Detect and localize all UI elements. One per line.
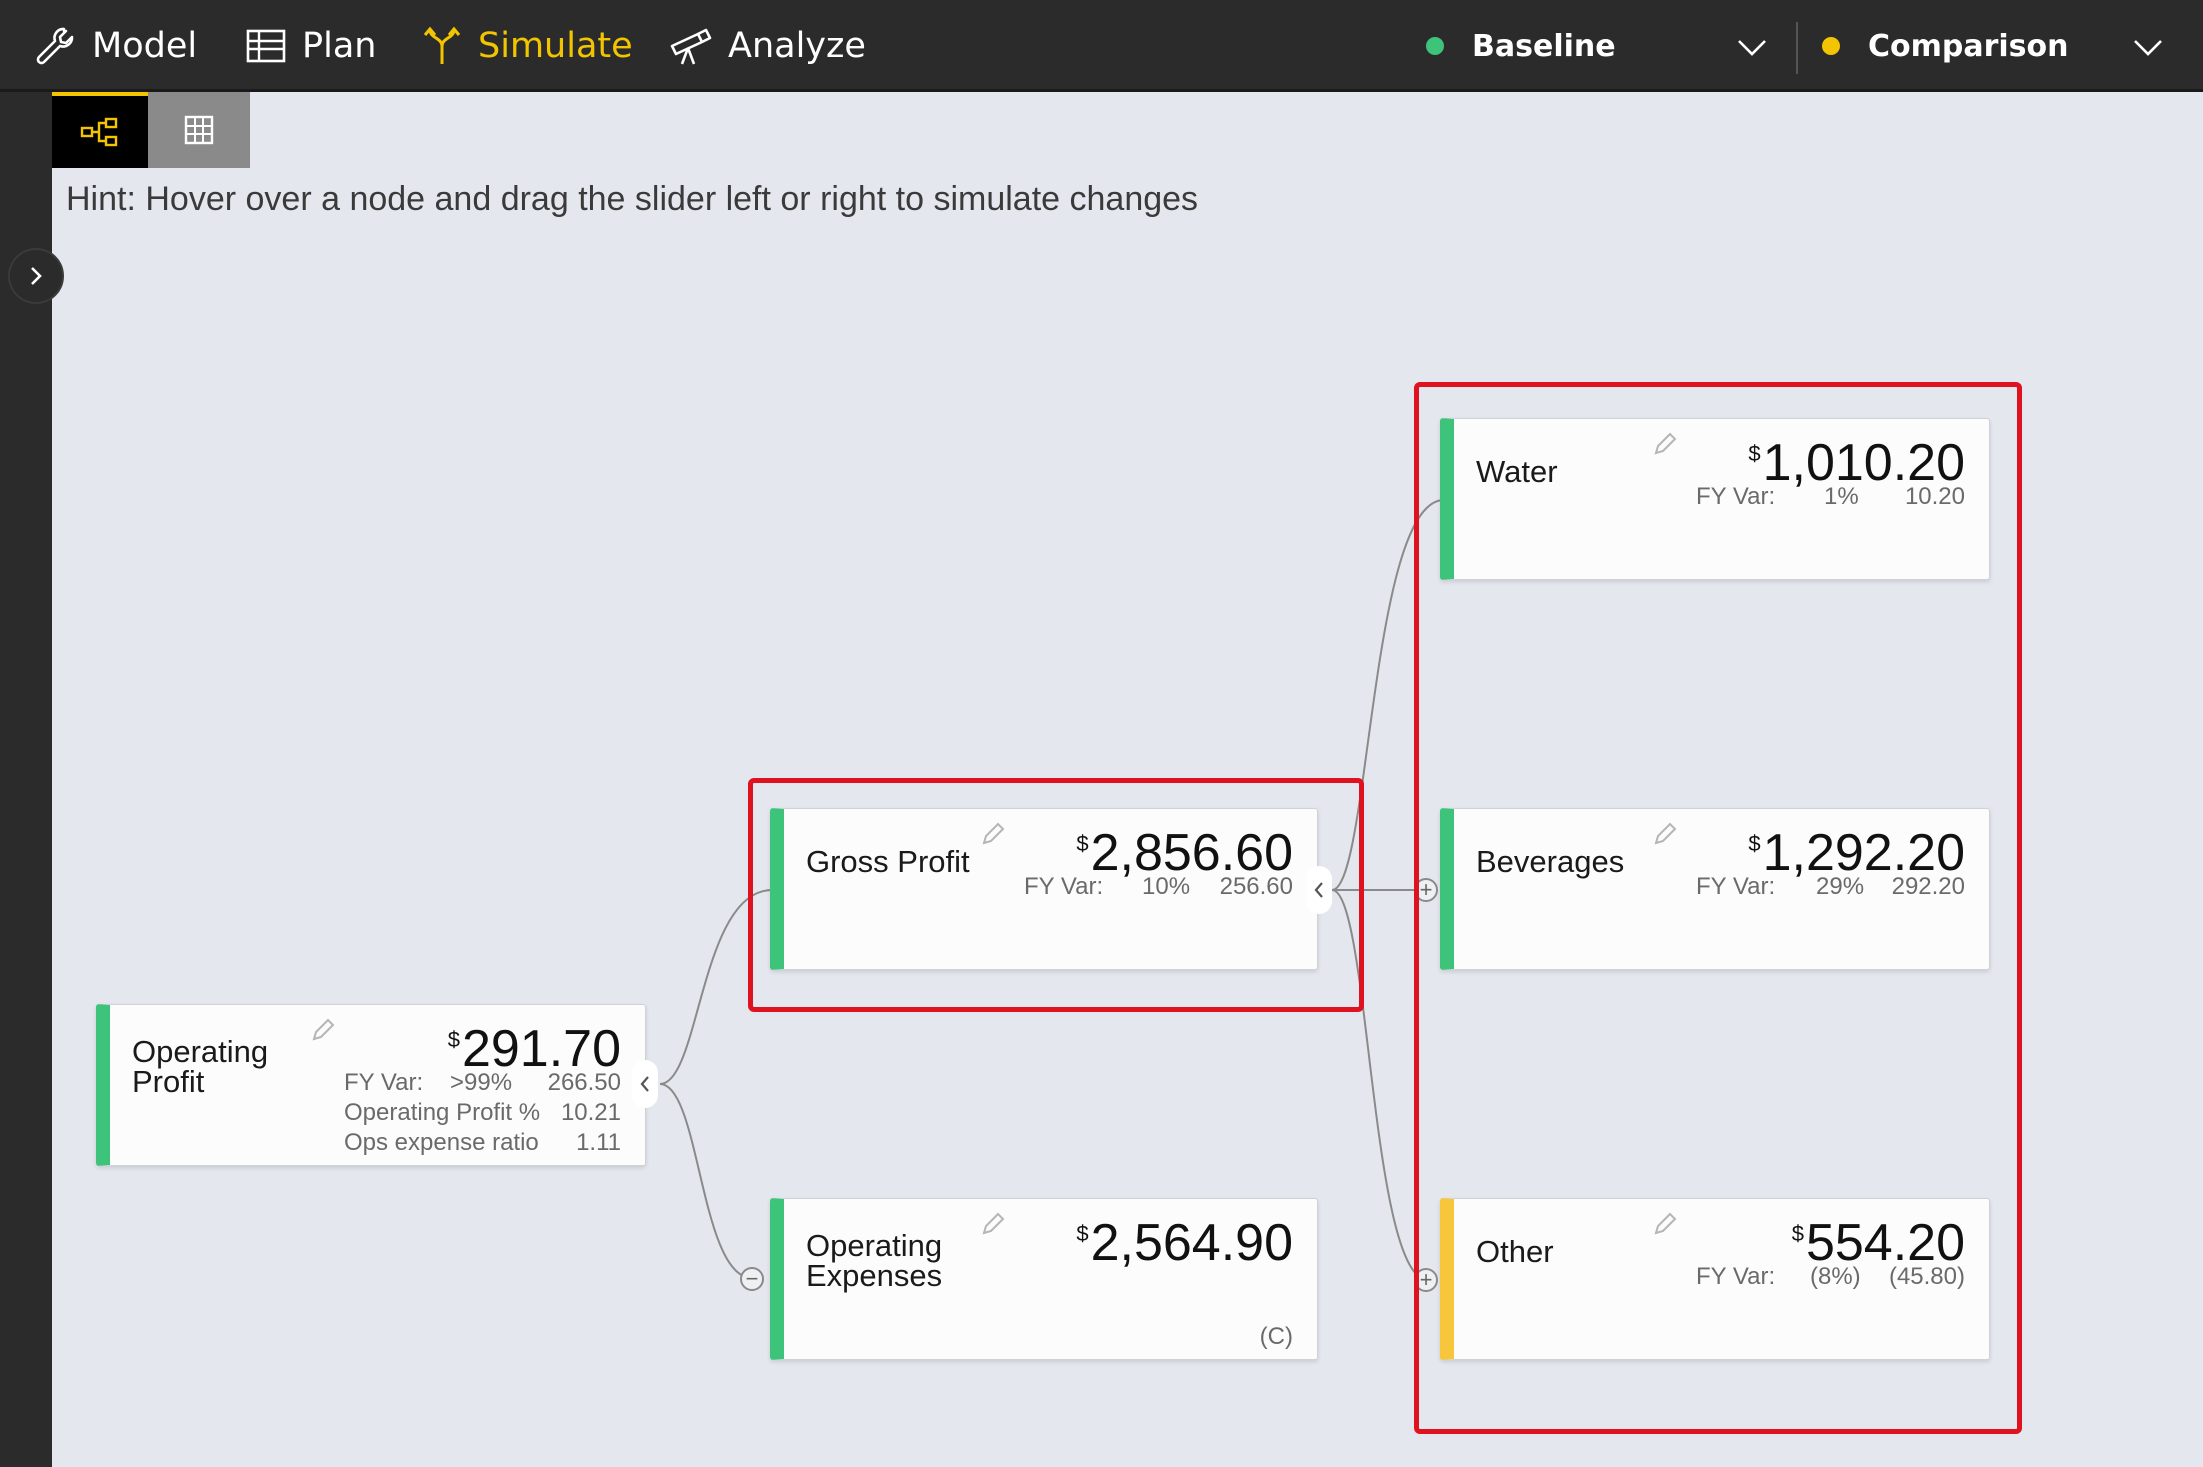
node-label: Operating Expenses	[806, 1230, 1016, 1293]
node-value: $2,564.90	[1076, 1213, 1293, 1273]
metric-fy-var-value: 266.50	[547, 1069, 621, 1096]
currency-symbol: $	[1076, 1221, 1089, 1246]
value-amount: 2,564.90	[1090, 1214, 1293, 1272]
metric-label-operating-profit-pct: Operating Profit %	[344, 1099, 541, 1126]
node-label-line2: Profit	[132, 1064, 205, 1099]
highlight-child-nodes	[1414, 382, 2022, 1434]
currency-symbol: $	[447, 1027, 460, 1052]
calculated-tag: (C)	[1259, 1323, 1293, 1350]
metric-fy-var-pct: >99%	[450, 1069, 513, 1096]
node-label: Operating Profit	[132, 1036, 342, 1099]
highlight-gross-profit	[748, 778, 1364, 1012]
collapse-children-button[interactable]	[632, 1060, 658, 1108]
node-label-line2: Expenses	[806, 1258, 943, 1293]
collapse-minus-button[interactable]: −	[740, 1267, 764, 1291]
metric-operating-profit-pct-value: 10.21	[560, 1099, 621, 1126]
node-operating-expenses[interactable]: Operating Expenses $2,564.90 (C)	[770, 1198, 1318, 1360]
edit-pencil-icon[interactable]	[980, 1211, 1006, 1237]
metric-label-fy-var: FY Var:	[344, 1069, 424, 1096]
edit-pencil-icon[interactable]	[310, 1017, 336, 1043]
chevron-left-icon	[640, 1076, 649, 1092]
metric-ops-expense-ratio-value: 1.11	[576, 1129, 621, 1156]
metric-label-ops-expense-ratio: Ops expense ratio	[344, 1129, 539, 1156]
minus-icon: −	[745, 1266, 759, 1291]
node-operating-profit[interactable]: Operating Profit $291.70 FY Var: >99% 26…	[96, 1004, 646, 1166]
